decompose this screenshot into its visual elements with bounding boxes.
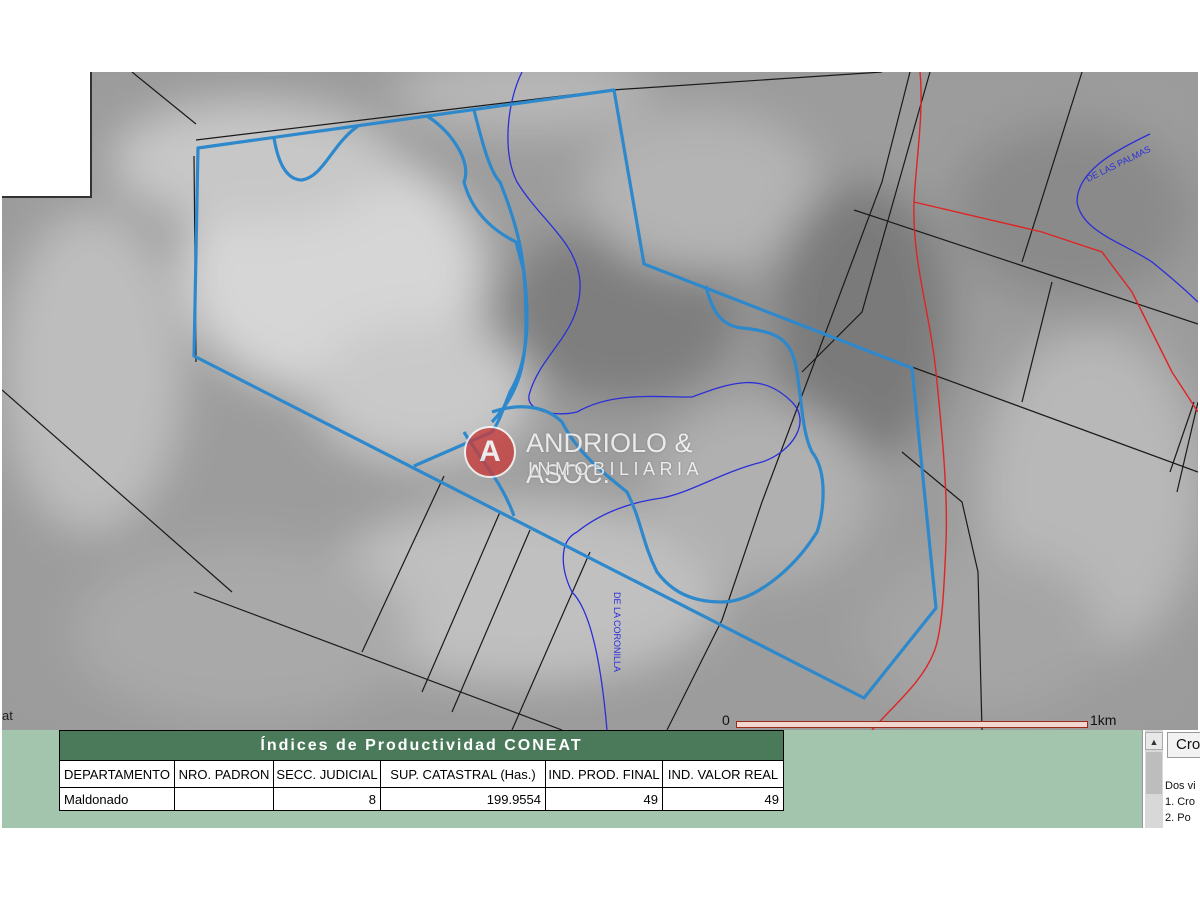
side-text-line1: Dos vi	[1165, 780, 1196, 792]
terrain-relief	[2, 72, 1198, 730]
scale-end-label: 1km	[1090, 712, 1117, 728]
scroll-thumb[interactable]	[1146, 752, 1162, 794]
cell-seccion: 8	[273, 787, 381, 811]
header-seccion: SECC. JUDICIAL	[273, 760, 381, 788]
header-ind-valor: IND. VALOR REAL	[662, 760, 784, 788]
info-panel: Índices de Productividad CONEAT DEPARTAM…	[2, 730, 1200, 828]
header-superficie: SUP. CATASTRAL (Has.)	[380, 760, 546, 788]
map-edge-label: at	[2, 708, 13, 723]
cell-superficie: 199.9554	[380, 787, 546, 811]
table-row: Maldonado 8 199.9554 49 49	[59, 787, 784, 811]
side-panel: ▲ Cro Dos vi 1. Cro 2. Po	[1142, 730, 1200, 828]
watermark-emblem: A	[464, 426, 516, 478]
cell-padron	[174, 787, 274, 811]
road-label-coronilla: DE LA CORONILLA	[612, 592, 622, 672]
side-text-line2: 1. Cro	[1165, 796, 1195, 808]
map-canvas[interactable]: DE LAS PALMAS DE LA CORONILLA	[2, 72, 1198, 730]
watermark-logo: A ANDRIOLO & ASOC. INMOBILIARIA	[460, 422, 750, 489]
scale-start-label: 0	[722, 712, 730, 728]
header-departamento: DEPARTAMENTO	[59, 760, 175, 788]
header-padron: NRO. PADRON	[174, 760, 274, 788]
cell-ind-prod: 49	[545, 787, 663, 811]
watermark-subtitle: INMOBILIARIA	[528, 459, 704, 479]
map-viewer[interactable]: DE LAS PALMAS DE LA CORONILLA A ANDRIOLO…	[2, 72, 1198, 730]
scroll-up-icon[interactable]: ▲	[1145, 732, 1163, 750]
croquis-button[interactable]: Cro	[1167, 732, 1200, 758]
cell-ind-valor: 49	[662, 787, 784, 811]
scale-bar	[736, 721, 1088, 728]
coneat-table: Índices de Productividad CONEAT DEPARTAM…	[59, 730, 784, 811]
table-title: Índices de Productividad CONEAT	[59, 730, 784, 761]
side-text-line3: 2. Po	[1165, 812, 1191, 824]
overview-inset	[2, 72, 92, 198]
cell-departamento: Maldonado	[59, 787, 175, 811]
header-ind-prod: IND. PROD. FINAL	[545, 760, 663, 788]
